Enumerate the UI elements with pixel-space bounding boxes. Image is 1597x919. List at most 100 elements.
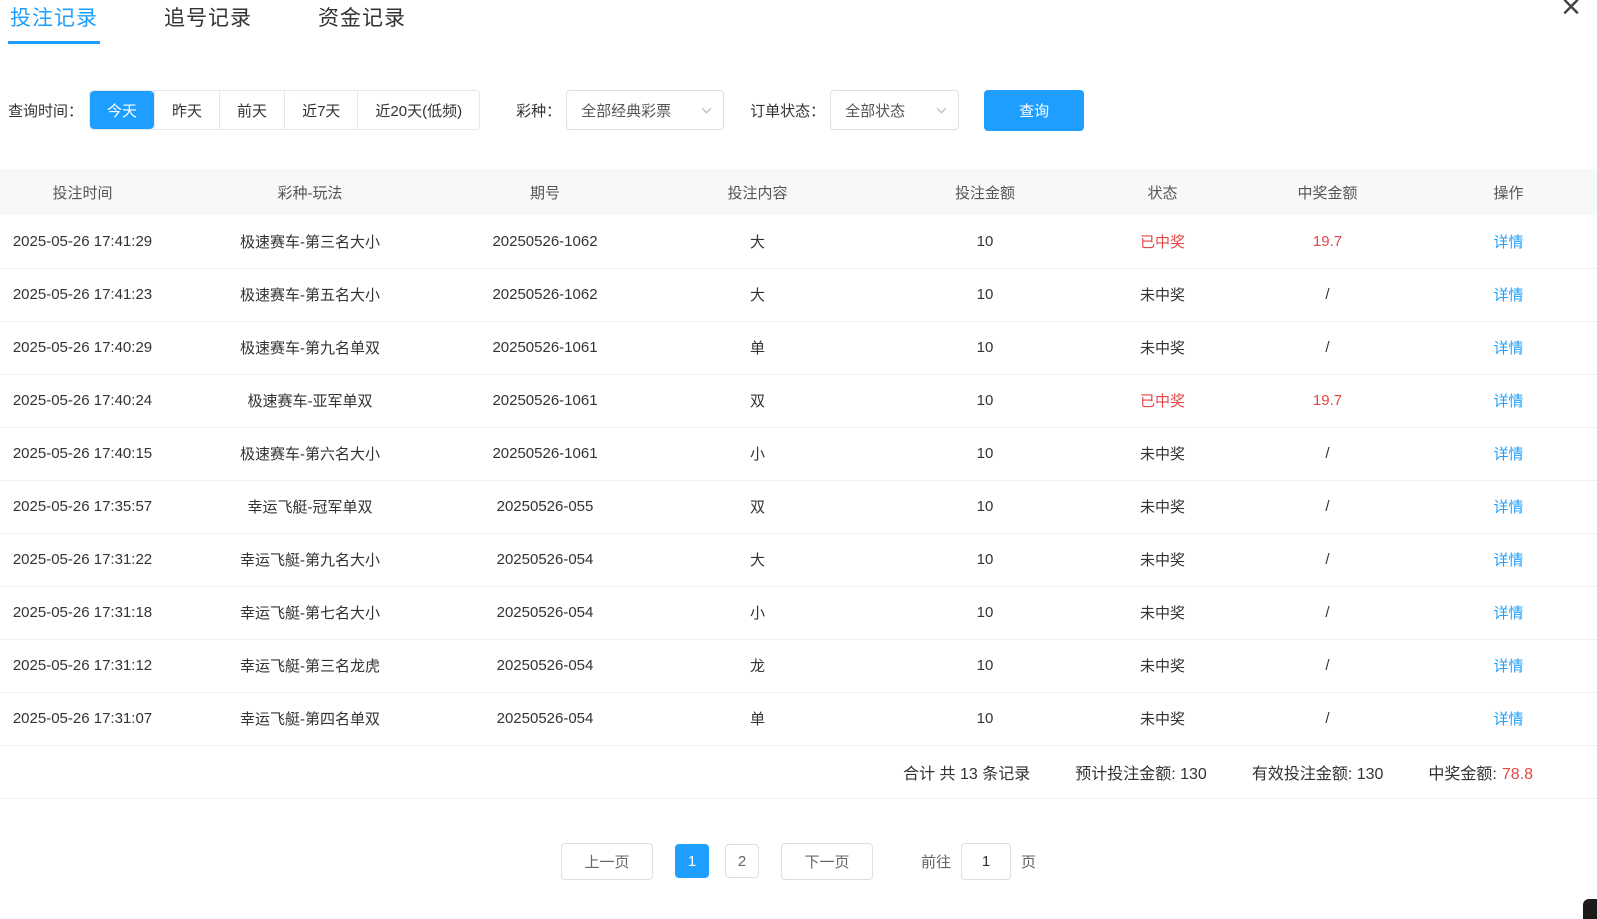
pager-page-2[interactable]: 2 <box>725 844 759 878</box>
cell-game: 幸运飞艇-第四名单双 <box>165 692 455 745</box>
cell-prize: / <box>1235 692 1420 745</box>
cell-status: 未中奖 <box>1090 692 1235 745</box>
page-unit-label: 页 <box>1021 851 1036 872</box>
table-row: 2025-05-26 17:35:57 幸运飞艇-冠军单双 20250526-0… <box>0 480 1597 533</box>
detail-link[interactable]: 详情 <box>1493 340 1523 357</box>
detail-link[interactable]: 详情 <box>1493 711 1523 728</box>
tab-bet-records[interactable]: 投注记录 <box>8 0 100 44</box>
cell-game: 极速赛车-第六名大小 <box>165 427 455 480</box>
cell-status: 未中奖 <box>1090 480 1235 533</box>
cell-bet-amount: 10 <box>880 374 1090 427</box>
detail-link[interactable]: 详情 <box>1493 446 1523 463</box>
detail-link[interactable]: 详情 <box>1493 605 1523 622</box>
cell-prize: / <box>1235 480 1420 533</box>
cell-bet-amount: 10 <box>880 215 1090 268</box>
next-page-button[interactable]: 下一页 <box>781 843 873 880</box>
cell-prize: / <box>1235 639 1420 692</box>
table-body: 2025-05-26 17:41:29 极速赛车-第三名大小 20250526-… <box>0 215 1597 745</box>
header-bet-time: 投注时间 <box>0 169 165 215</box>
table-row: 2025-05-26 17:41:29 极速赛车-第三名大小 20250526-… <box>0 215 1597 268</box>
cell-bet-amount: 10 <box>880 639 1090 692</box>
table-row: 2025-05-26 17:40:29 极速赛车-第九名单双 20250526-… <box>0 321 1597 374</box>
lottery-type-label: 彩种： <box>516 100 561 121</box>
prev-page-button[interactable]: 上一页 <box>561 843 653 880</box>
lottery-type-select[interactable]: 全部经典彩票 <box>566 90 724 130</box>
detail-link[interactable]: 详情 <box>1493 658 1523 675</box>
header-issue: 期号 <box>455 169 635 215</box>
cell-bet-time: 2025-05-26 17:40:24 <box>0 374 165 427</box>
cell-issue: 20250526-1062 <box>455 268 635 321</box>
cell-bet-time: 2025-05-26 17:40:15 <box>0 427 165 480</box>
cell-game: 极速赛车-第五名大小 <box>165 268 455 321</box>
time-filter-label: 查询时间： <box>8 100 83 121</box>
floating-widget-cutoff <box>1583 899 1597 919</box>
time-filter-option[interactable]: 近7天 <box>284 91 357 129</box>
cell-status: 未中奖 <box>1090 533 1235 586</box>
detail-link[interactable]: 详情 <box>1493 552 1523 569</box>
header-game: 彩种-玩法 <box>165 169 455 215</box>
detail-link[interactable]: 详情 <box>1493 499 1523 516</box>
order-status-label: 订单状态： <box>750 100 825 121</box>
filter-bar: 查询时间： 今天昨天前天近7天近20天(低频) 彩种： 全部经典彩票 订单状态：… <box>0 90 1597 130</box>
cell-bet-amount: 10 <box>880 533 1090 586</box>
cell-issue: 20250526-1061 <box>455 374 635 427</box>
query-button[interactable]: 查询 <box>984 90 1084 131</box>
tab-bar: 投注记录 追号记录 资金记录 <box>0 0 1597 44</box>
bet-records-table: 投注时间 彩种-玩法 期号 投注内容 投注金额 状态 中奖金额 操作 2025-… <box>0 169 1597 746</box>
tab-chase-records[interactable]: 追号记录 <box>162 0 254 44</box>
summary-bar: 合计 共 13 条记录 预计投注金额: 130 有效投注金额: 130 中奖金额… <box>0 746 1597 799</box>
cell-status: 未中奖 <box>1090 427 1235 480</box>
time-filter-option[interactable]: 近20天(低频) <box>357 91 479 129</box>
cell-issue: 20250526-054 <box>455 533 635 586</box>
table-row: 2025-05-26 17:31:12 幸运飞艇-第三名龙虎 20250526-… <box>0 639 1597 692</box>
detail-link[interactable]: 详情 <box>1493 393 1523 410</box>
cell-bet-time: 2025-05-26 17:41:29 <box>0 215 165 268</box>
summary-expected-amount: 预计投注金额: 130 <box>1075 760 1207 784</box>
chevron-down-icon <box>700 104 713 117</box>
goto-label: 前往 <box>921 851 951 872</box>
cell-issue: 20250526-1061 <box>455 321 635 374</box>
cell-bet-amount: 10 <box>880 268 1090 321</box>
cell-issue: 20250526-054 <box>455 692 635 745</box>
time-filter-option[interactable]: 今天 <box>90 91 154 129</box>
summary-prize-value: 78.8 <box>1502 766 1533 783</box>
goto-page-input[interactable] <box>961 843 1011 880</box>
cell-prize: 19.7 <box>1235 215 1420 268</box>
cell-game: 极速赛车-第三名大小 <box>165 215 455 268</box>
cell-game: 幸运飞艇-第三名龙虎 <box>165 639 455 692</box>
cell-bet-content: 大 <box>635 533 880 586</box>
time-filter-group: 今天昨天前天近7天近20天(低频) <box>89 90 480 130</box>
order-status-select[interactable]: 全部状态 <box>830 90 959 130</box>
summary-prize-label: 中奖金额: <box>1428 766 1496 783</box>
table-row: 2025-05-26 17:40:15 极速赛车-第六名大小 20250526-… <box>0 427 1597 480</box>
header-bet-amount: 投注金额 <box>880 169 1090 215</box>
cell-status: 未中奖 <box>1090 321 1235 374</box>
time-filter-option[interactable]: 前天 <box>219 91 284 129</box>
cell-status: 已中奖 <box>1090 215 1235 268</box>
table-row: 2025-05-26 17:41:23 极速赛车-第五名大小 20250526-… <box>0 268 1597 321</box>
detail-link[interactable]: 详情 <box>1493 234 1523 251</box>
time-filter-option[interactable]: 昨天 <box>154 91 219 129</box>
pager-page-1[interactable]: 1 <box>675 844 709 878</box>
cell-status: 未中奖 <box>1090 268 1235 321</box>
table-row: 2025-05-26 17:31:18 幸运飞艇-第七名大小 20250526-… <box>0 586 1597 639</box>
cell-prize: / <box>1235 533 1420 586</box>
cell-bet-content: 小 <box>635 586 880 639</box>
cell-bet-time: 2025-05-26 17:31:07 <box>0 692 165 745</box>
cell-bet-amount: 10 <box>880 480 1090 533</box>
cell-game: 极速赛车-亚军单双 <box>165 374 455 427</box>
cell-game: 幸运飞艇-第七名大小 <box>165 586 455 639</box>
close-icon[interactable]: × <box>1561 0 1581 24</box>
summary-total: 合计 共 13 条记录 <box>903 760 1030 784</box>
table-row: 2025-05-26 17:31:22 幸运飞艇-第九名大小 20250526-… <box>0 533 1597 586</box>
betting-records-panel: × 投注记录 追号记录 资金记录 查询时间： 今天昨天前天近7天近20天(低频)… <box>0 0 1597 919</box>
cell-bet-time: 2025-05-26 17:31:12 <box>0 639 165 692</box>
tab-fund-records[interactable]: 资金记录 <box>316 0 408 44</box>
detail-link[interactable]: 详情 <box>1493 287 1523 304</box>
cell-bet-amount: 10 <box>880 586 1090 639</box>
cell-bet-content: 双 <box>635 374 880 427</box>
cell-prize: / <box>1235 586 1420 639</box>
cell-bet-time: 2025-05-26 17:40:29 <box>0 321 165 374</box>
summary-valid-amount: 有效投注金额: 130 <box>1252 760 1384 784</box>
cell-prize: / <box>1235 427 1420 480</box>
